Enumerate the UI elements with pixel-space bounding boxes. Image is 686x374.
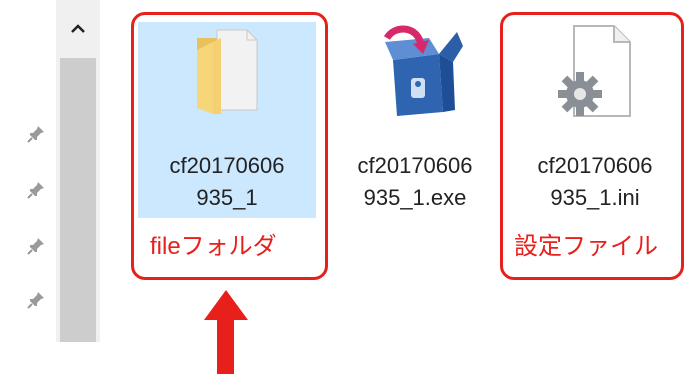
scroll-up-button[interactable] xyxy=(56,0,100,58)
folder-annotation-label: fileフォルダ xyxy=(150,233,277,260)
pin-icon[interactable] xyxy=(26,236,46,256)
pin-icon[interactable] xyxy=(26,180,46,200)
exe-icon-container xyxy=(330,10,500,130)
chevron-up-icon xyxy=(71,24,85,33)
scroll-thumb[interactable] xyxy=(60,58,96,342)
vertical-scrollbar[interactable] xyxy=(56,0,100,342)
navigation-pane xyxy=(0,0,100,374)
settings-annotation-label: 設定ファイル xyxy=(514,233,658,260)
pin-icon[interactable] xyxy=(26,290,46,310)
file-name: cf20170606 935_1.exe xyxy=(357,153,473,210)
pin-icon[interactable] xyxy=(26,124,46,144)
red-arrow-shaft xyxy=(217,316,234,374)
file-item-exe[interactable]: cf20170606 935_1.exe xyxy=(330,10,500,282)
installer-exe-icon xyxy=(383,25,463,116)
